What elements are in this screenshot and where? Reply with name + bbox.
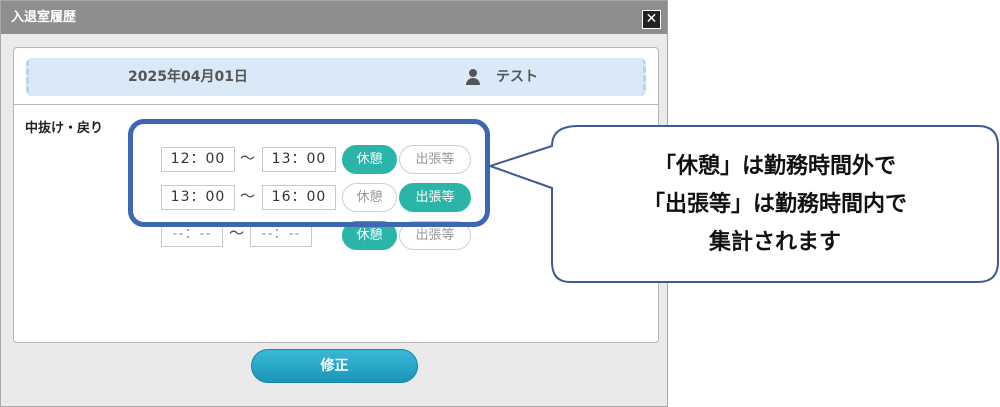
screen: 入退室履歴 ✕ 2025年04月01日 テスト 中抜け・戻り 12：00 〜 1… xyxy=(0,0,1000,407)
callout-line-1: 「休憩」は勤務時間外で xyxy=(653,154,896,179)
callout-line-3: 集計されます xyxy=(708,230,841,255)
callout-text: 「休憩」は勤務時間外で 「出張等」は勤務時間内で 集計されます xyxy=(555,148,995,262)
callout-line-2: 「出張等」は勤務時間内で xyxy=(642,192,907,217)
